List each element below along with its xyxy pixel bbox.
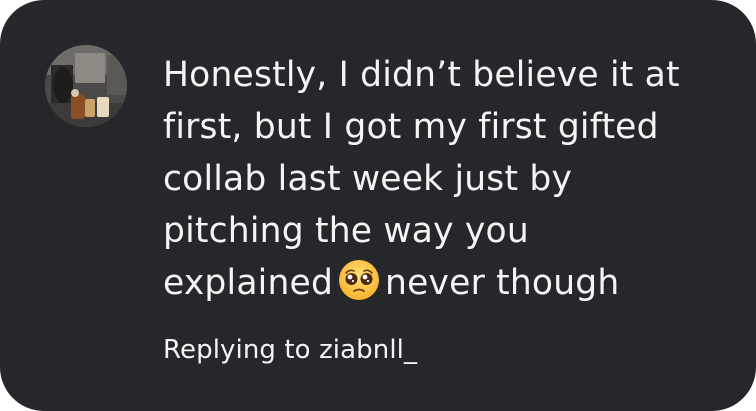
comment-card: Honestly, I didn’t believe it at first, …: [0, 0, 756, 411]
profile-photo-icon: [45, 45, 127, 127]
reply-prefix: Replying to: [163, 335, 311, 365]
comment-line: Honestly, I didn’t believe it at: [163, 55, 680, 95]
comment-text: Honestly, I didn’t believe it at first, …: [163, 49, 733, 309]
reply-handle-link[interactable]: ziabnll_: [319, 335, 417, 365]
comment-text-before-emoji: explained: [163, 263, 334, 303]
comment-line: first, but I got my first gifted: [163, 107, 659, 147]
pleading-face-emoji-icon: [339, 260, 380, 300]
comment-last-line: explained never though: [163, 257, 733, 309]
reply-context: Replying to ziabnll_: [163, 330, 417, 370]
comment-text-after-emoji: never though: [385, 263, 620, 303]
avatar[interactable]: [45, 45, 127, 127]
comment-line: collab last week just by: [163, 159, 573, 199]
comment-line: pitching the way you: [163, 211, 529, 251]
